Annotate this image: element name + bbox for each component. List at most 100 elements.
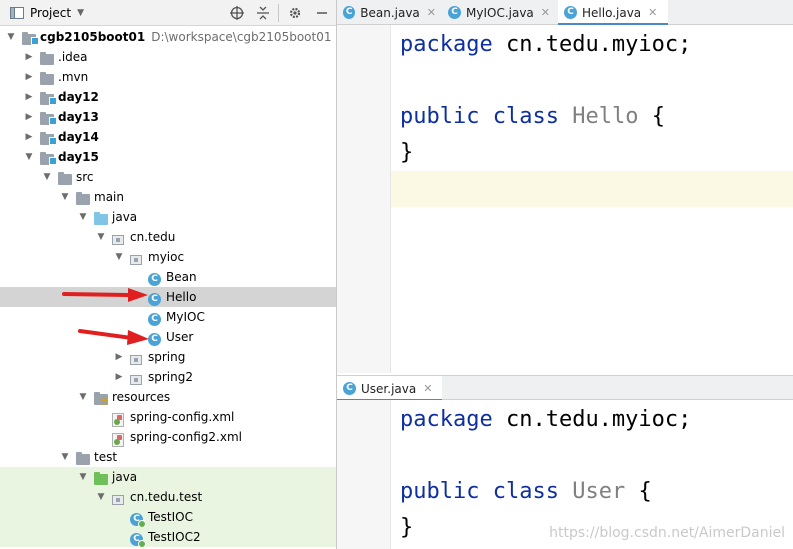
- tree-item-cn-tedu-test[interactable]: ▼ cn.tedu.test: [0, 487, 336, 507]
- collapse-arrow-icon[interactable]: ▶: [24, 112, 34, 122]
- close-icon[interactable]: ✕: [423, 382, 432, 395]
- tree-item--idea[interactable]: ▶ .idea: [0, 47, 336, 67]
- class-icon: C: [448, 6, 461, 19]
- current-line-highlight: [391, 171, 793, 207]
- expand-arrow-icon[interactable]: ▼: [78, 392, 88, 402]
- close-icon[interactable]: ✕: [541, 6, 550, 19]
- tree-item-day12[interactable]: ▶ day12: [0, 87, 336, 107]
- close-icon[interactable]: ✕: [427, 6, 436, 19]
- collapse-arrow-icon[interactable]: ▶: [24, 72, 34, 82]
- tree-item-day13[interactable]: ▶ day13: [0, 107, 336, 127]
- tree-item-src[interactable]: ▼ src: [0, 167, 336, 187]
- module-folder-icon: [40, 110, 57, 125]
- tree-item-label: test: [94, 450, 118, 464]
- tree-item-label: day12: [58, 90, 99, 104]
- locate-icon[interactable]: [229, 5, 245, 21]
- xml-file-icon: [112, 430, 126, 447]
- tree-item-myioc[interactable]: ▼ myioc: [0, 247, 336, 267]
- tree-item-label: day14: [58, 130, 99, 144]
- tree-item-label: resources: [112, 390, 171, 404]
- minimize-icon[interactable]: [314, 5, 330, 21]
- tree-item-day15[interactable]: ▼ day15: [0, 147, 336, 167]
- editor-gutter: [337, 25, 391, 373]
- tree-item--mvn[interactable]: ▶ .mvn: [0, 67, 336, 87]
- tab-bean-java[interactable]: C Bean.java ✕: [337, 0, 442, 25]
- tree-item-java[interactable]: ▼ java: [0, 207, 336, 227]
- tree-item-spring-config-xml[interactable]: spring-config.xml: [0, 407, 336, 427]
- tree-item-cgb2105boot01[interactable]: ▼ cgb2105boot01 D:\workspace\cgb2105boot01: [0, 27, 336, 47]
- expand-arrow-icon[interactable]: ▼: [60, 192, 70, 202]
- collapse-all-icon[interactable]: [255, 5, 271, 21]
- bottom-editor-tabbar: C User.java ✕: [337, 375, 793, 402]
- class-icon: C: [564, 6, 577, 19]
- project-view-selector[interactable]: Project ▼: [10, 5, 84, 21]
- top-editor[interactable]: package cn.tedu.myioc; public class Hell…: [337, 25, 793, 373]
- expand-arrow-icon[interactable]: ▼: [6, 32, 16, 42]
- expand-arrow-icon[interactable]: ▼: [42, 172, 52, 182]
- tree-item-resources[interactable]: ▼ resources: [0, 387, 336, 407]
- package-icon: [130, 250, 144, 265]
- tree-item-user[interactable]: C User: [0, 327, 336, 347]
- folder-icon: [76, 450, 90, 465]
- tree-item-label: Bean: [166, 270, 197, 284]
- project-toolbar: Project ▼: [0, 0, 336, 26]
- tree-item-java[interactable]: ▼ java: [0, 467, 336, 487]
- expand-arrow-icon[interactable]: ▼: [24, 152, 34, 162]
- tree-item-testioc2[interactable]: C TestIOC2: [0, 527, 336, 548]
- tree-item-test[interactable]: ▼ test: [0, 447, 336, 467]
- collapse-arrow-icon[interactable]: ▶: [114, 372, 124, 382]
- tree-item-myioc[interactable]: C MyIOC: [0, 307, 336, 327]
- tab-hello-java[interactable]: C Hello.java ✕: [558, 0, 668, 26]
- expand-arrow-icon[interactable]: ▼: [78, 472, 88, 482]
- tab-myioc-java[interactable]: C MyIOC.java ✕: [442, 0, 558, 25]
- tree-item-cn-tedu[interactable]: ▼ cn.tedu: [0, 227, 336, 247]
- expand-arrow-icon[interactable]: ▼: [96, 492, 106, 502]
- tree-item-label: java: [112, 210, 138, 224]
- tree-item-label: .mvn: [58, 70, 89, 84]
- red-arrow-hello: [62, 288, 148, 302]
- tree-item-testioc[interactable]: C TestIOC: [0, 507, 336, 528]
- expand-arrow-icon[interactable]: ▼: [78, 212, 88, 222]
- code-line-4: }: [400, 515, 414, 540]
- expand-arrow-icon[interactable]: ▼: [60, 452, 70, 462]
- tree-item-day14[interactable]: ▶ day14: [0, 127, 336, 147]
- collapse-arrow-icon[interactable]: ▶: [24, 52, 34, 62]
- tree-item-bean[interactable]: C Bean: [0, 267, 336, 287]
- top-editor-tabbar: C Bean.java ✕ C MyIOC.java ✕ C Hello.jav…: [337, 0, 793, 26]
- test-class-icon: C: [130, 510, 146, 528]
- collapse-arrow-icon[interactable]: ▶: [24, 92, 34, 102]
- tree-item-spring[interactable]: ▶ spring: [0, 347, 336, 367]
- collapse-arrow-icon[interactable]: ▶: [24, 132, 34, 142]
- close-icon[interactable]: ✕: [648, 6, 657, 19]
- module-folder-icon: [40, 130, 57, 145]
- package-icon: [112, 230, 126, 245]
- class-icon: C: [148, 310, 162, 326]
- code-line-3: public class Hello {: [400, 104, 665, 129]
- gear-icon[interactable]: [287, 5, 303, 21]
- folder-icon: [76, 190, 90, 205]
- expand-arrow-icon[interactable]: ▼: [96, 232, 106, 242]
- tree-item-hello[interactable]: C Hello: [0, 287, 336, 307]
- tab-label: User.java: [361, 381, 417, 396]
- tree-item-label: spring-config2.xml: [130, 430, 242, 444]
- tree-item-spring2[interactable]: ▶ spring2: [0, 367, 336, 387]
- class-icon: C: [343, 6, 356, 19]
- tree-item-main[interactable]: ▼ main: [0, 187, 336, 207]
- resources-folder-icon: [94, 390, 108, 405]
- collapse-arrow-icon[interactable]: ▶: [114, 352, 124, 362]
- tree-item-label: MyIOC: [166, 310, 205, 324]
- tab-label: MyIOC.java: [466, 5, 534, 20]
- tree-item-label: .idea: [58, 50, 88, 64]
- expand-arrow-icon[interactable]: ▼: [114, 252, 124, 262]
- chevron-down-icon[interactable]: ▼: [77, 8, 84, 18]
- project-panel: Project ▼ ▼ cgb2105boot01 D:\workspace\cgb…: [0, 0, 336, 549]
- tree-item-label: spring2: [148, 370, 193, 384]
- folder-icon: [40, 50, 54, 65]
- code-line-1: package cn.tedu.myioc;: [400, 32, 692, 57]
- tree-item-label: day13: [58, 110, 99, 124]
- tree-item-spring-config2-xml[interactable]: spring-config2.xml: [0, 427, 336, 447]
- tab-user-java[interactable]: C User.java ✕: [337, 376, 442, 402]
- watermark: https://blog.csdn.net/AimerDaniel: [549, 525, 785, 541]
- project-title: Project: [30, 6, 72, 20]
- package-icon: [112, 490, 126, 505]
